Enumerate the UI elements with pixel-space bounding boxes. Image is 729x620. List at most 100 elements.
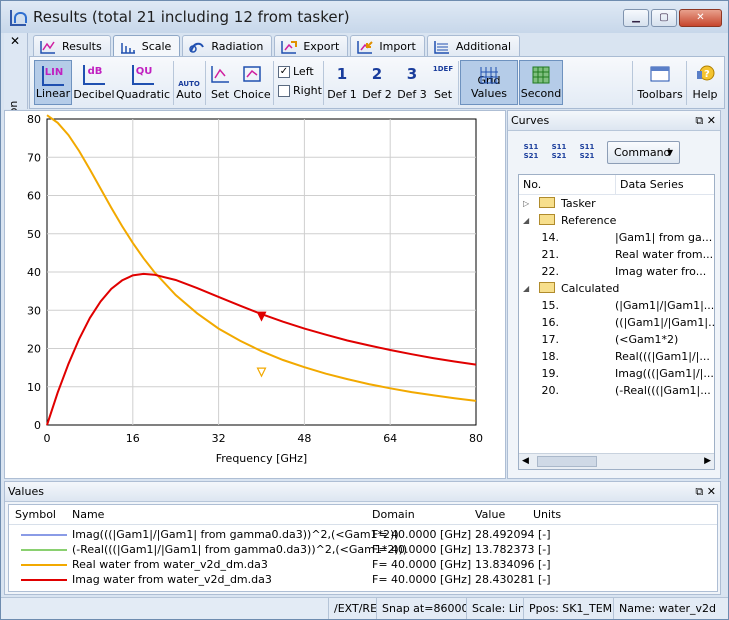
curves-panel: Curves ⧉ ✕ S11 S21 S11 S21 S11 S21 Comma… <box>507 110 721 479</box>
close-panel-icon[interactable]: ✕ <box>707 485 716 498</box>
maximize-button[interactable]: ▢ <box>651 9 677 27</box>
def2-icon: 2 <box>371 65 383 83</box>
x-tick-label: 48 <box>297 432 311 445</box>
def3-label: Def 3 <box>397 88 427 101</box>
tab-radiation[interactable]: Radiation <box>182 35 273 57</box>
close-button[interactable]: ✕ <box>679 9 722 27</box>
def1-button[interactable]: 1 Def 1 <box>325 60 359 105</box>
decibel-scale-icon: dB <box>83 65 105 85</box>
command-dropdown[interactable]: Command ▼ <box>607 141 680 164</box>
value-row-domain: F= 40.0000 [GHz] <box>372 558 472 571</box>
tree-item[interactable]: 16. ((|Gam1|/|Gam1|... <box>519 314 715 331</box>
float-panel-icon[interactable]: ⧉ <box>695 114 703 127</box>
tree-item[interactable]: 19. Imag(((|Gam1|/|... <box>519 365 714 382</box>
command-label: Command <box>614 146 671 159</box>
y-tick-label: 0 <box>34 419 41 432</box>
title-bar[interactable]: Results (total 21 including 12 from task… <box>1 1 728 33</box>
ribbon-close-icon[interactable]: ✕ <box>10 34 20 48</box>
horizontal-scrollbar[interactable]: ◀ ▶ <box>519 453 714 469</box>
float-panel-icon[interactable]: ⧉ <box>695 485 703 498</box>
tree-item[interactable]: 14. |Gam1| from ga... <box>519 229 714 246</box>
checkbox-right[interactable] <box>278 84 290 97</box>
svg-text:?: ? <box>704 69 710 80</box>
value-row-value: 28.430281 <box>475 573 535 586</box>
tree-item-no: 22. <box>541 265 560 278</box>
tree-item[interactable]: 17. (<Gam1*2) <box>519 331 714 348</box>
curve-tool-2-icon[interactable]: S11 S21 <box>548 143 570 163</box>
line-chart[interactable]: 0 10 20 30 40 50 60 70 80 0 16 32 48 64 80 Frequency [G… <box>5 111 505 478</box>
values-table-header: Symbol Name Domain Value Units <box>9 505 717 525</box>
tree-item[interactable]: 15. (|Gam1|/|Gam1|... <box>519 297 715 314</box>
curves-tree[interactable]: No. Data Series ▷ Tasker ◢ Reference 14. |Gam… <box>518 174 715 470</box>
values-table[interactable]: Symbol Name Domain Value Units Imag(((|G… <box>8 504 718 592</box>
series-symbol <box>21 534 67 536</box>
x-axis-label: Frequency [GHz] <box>216 452 307 465</box>
series-symbol <box>21 579 67 581</box>
right-axis-checkbox[interactable]: Right <box>278 84 322 97</box>
tree-group[interactable]: ◢ Calculated <box>519 280 714 297</box>
linear-button[interactable]: LIN Linear <box>34 60 72 105</box>
curve-tool-3-icon[interactable]: S11 S21 <box>576 143 598 163</box>
toolbars-button[interactable]: Toolbars <box>637 60 683 105</box>
folder-icon <box>539 214 555 225</box>
expanded-arrow-icon[interactable]: ◢ <box>523 280 529 297</box>
tab-results[interactable]: Results <box>33 35 111 57</box>
col-units: Units <box>533 508 562 521</box>
tree-item[interactable]: 20. (-Real(((|Gam1|... <box>519 382 714 399</box>
collapsed-arrow-icon[interactable]: ▷ <box>523 195 529 212</box>
col-data-series: Data Series <box>615 175 684 194</box>
set-scale-icon <box>209 65 231 85</box>
tab-export[interactable]: Export <box>274 35 349 57</box>
scroll-right-icon[interactable]: ▶ <box>704 456 711 466</box>
tree-group[interactable]: ▷ Tasker <box>519 195 714 212</box>
def1-icon: 1 <box>336 65 348 83</box>
tree-item[interactable]: 22. Imag water fro... <box>519 263 714 280</box>
quadratic-button[interactable]: QU Quadratic <box>116 60 170 105</box>
set-scale-button[interactable]: Set <box>207 60 233 105</box>
tree-item-no: 20. <box>541 384 560 397</box>
checkbox-left[interactable]: ✓ <box>278 65 290 78</box>
scroll-thumb[interactable] <box>537 456 597 467</box>
separator <box>632 61 633 105</box>
def2-button[interactable]: 2 Def 2 <box>360 60 394 105</box>
choice-button[interactable]: Choice <box>233 60 271 105</box>
decibel-button[interactable]: dB Decibel <box>72 60 116 105</box>
folder-icon <box>539 197 555 208</box>
scroll-left-icon[interactable]: ◀ <box>522 456 529 466</box>
minimize-button[interactable]: ▁ <box>623 9 649 27</box>
tree-item[interactable]: 18. Real(((|Gam1|/|... <box>519 348 714 365</box>
def3-button[interactable]: 3 Def 3 <box>395 60 429 105</box>
set-defaults-button[interactable]: 1DEF Set <box>429 60 457 105</box>
tree-group[interactable]: ◢ Reference <box>519 212 714 229</box>
expanded-arrow-icon[interactable]: ◢ <box>523 212 529 229</box>
def1-label: Def 1 <box>327 88 357 101</box>
series-symbol <box>21 549 67 551</box>
tab-import[interactable]: Import <box>350 35 425 57</box>
grid-values-button[interactable]: Grid Values <box>460 60 518 105</box>
tab-label: Import <box>379 40 416 53</box>
y-tick-label: 60 <box>27 190 41 203</box>
tab-scale[interactable]: Scale <box>112 35 181 57</box>
radiation-icon <box>189 40 205 54</box>
app-icon <box>10 10 27 26</box>
col-domain: Domain <box>372 508 415 521</box>
col-name: Name <box>72 508 105 521</box>
tree-group-label: Reference <box>561 214 617 227</box>
tree-item[interactable]: 21. Real water from... <box>519 246 714 263</box>
toolbars-label: Toolbars <box>637 88 683 101</box>
values-header: Values ⧉ ✕ <box>5 482 720 502</box>
tab-additional[interactable]: Additional <box>426 35 521 57</box>
export-icon <box>281 40 298 54</box>
help-button[interactable]: ? Help <box>689 60 721 105</box>
scale-icon <box>120 40 136 54</box>
close-panel-icon[interactable]: ✕ <box>707 114 716 127</box>
tree-item-series: (|Gam1|/|Gam1|... <box>615 299 715 312</box>
set-defaults-label: Set <box>433 88 453 101</box>
second-grid-button[interactable]: Second <box>519 60 563 105</box>
curve-tool-1-icon[interactable]: S11 S21 <box>520 143 542 163</box>
left-axis-checkbox[interactable]: ✓ Left <box>278 65 314 78</box>
tab-label: Results <box>62 40 102 53</box>
auto-button[interactable]: AUTO Auto <box>175 60 203 105</box>
plot-panel[interactable]: 0 10 20 30 40 50 60 70 80 0 16 32 48 64 80 Frequency [G… <box>4 110 506 479</box>
results-window: Results (total 21 including 12 from task… <box>0 0 729 620</box>
